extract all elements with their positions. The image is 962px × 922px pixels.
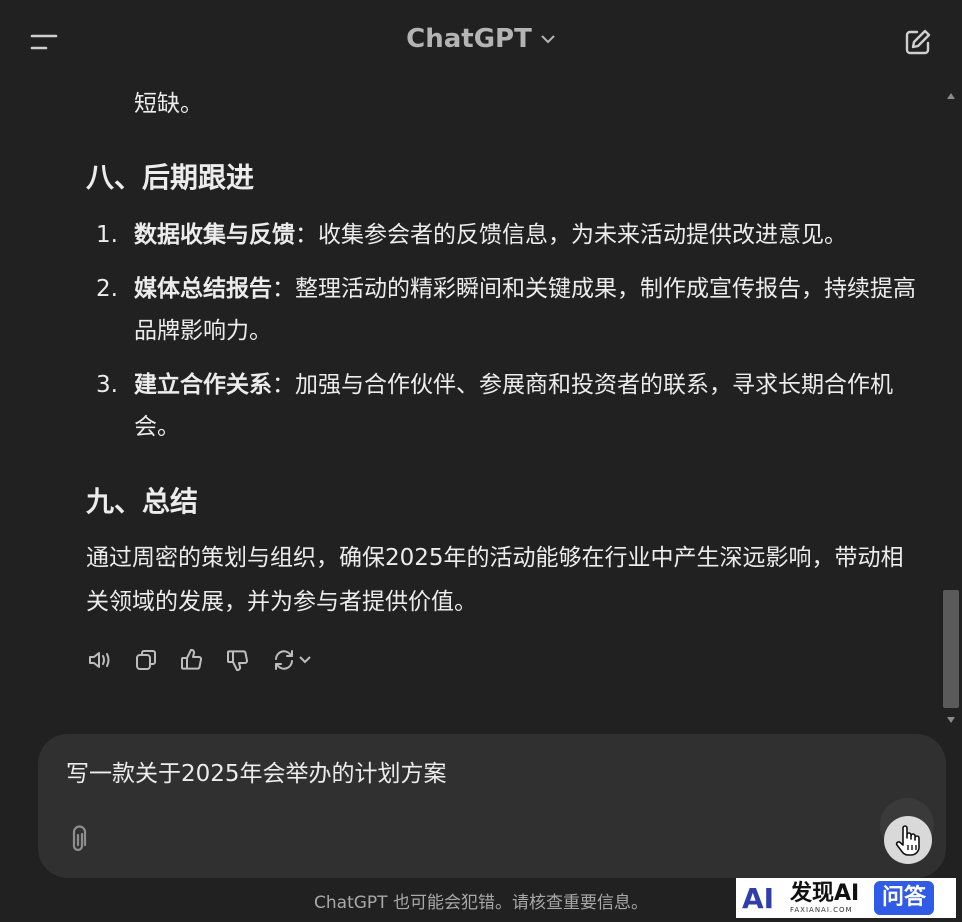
regenerate-button[interactable] [268, 642, 316, 678]
list-item: 1. 数据收集与反馈：收集参会者的反馈信息，为未来活动提供改进意见。 [96, 214, 916, 256]
speaker-icon [89, 652, 110, 668]
watermark-domain: FAXIANAI.COM [790, 905, 853, 914]
triangle-down-icon [947, 717, 955, 723]
watermark: AI 发现AI FAXIANAI.COM 问答 [736, 878, 956, 918]
read-aloud-button[interactable] [84, 642, 116, 678]
watermark-badge: 问答 [874, 881, 935, 915]
attach-button[interactable] [60, 820, 96, 860]
list-item: 3. 建立合作关系：加强与合作伙伴、参展商和投资者的联系，寻求长期合作机会。 [96, 364, 916, 448]
list-number: 1. [96, 222, 118, 248]
prompt-input[interactable]: 写一款关于2025年会举办的计划方案 [66, 756, 846, 792]
section-heading: 九、总结 [86, 485, 199, 518]
app-title: ChatGPT [406, 24, 532, 54]
model-selector-button[interactable]: ChatGPT [406, 24, 556, 54]
paperclip-icon [72, 825, 87, 852]
list-item: 2. 媒体总结报告：整理活动的精彩瞬间和关键成果，制作成宣传报告，持续提高品牌影… [96, 268, 916, 352]
good-response-button[interactable] [176, 642, 208, 678]
scrollbar-thumb[interactable] [943, 590, 959, 708]
continuation-text: 短缺。 [134, 91, 203, 117]
new-chat-button[interactable] [896, 22, 940, 62]
list-item-title: 数据收集与反馈 [134, 222, 295, 248]
conversation-area: 短缺。 八、后期跟进 1. 数据收集与反馈：收集参会者的反馈信息，为未来活动提供… [0, 84, 940, 724]
section-heading: 八、后期跟进 [86, 161, 255, 194]
watermark-title: 发现AI [790, 880, 860, 906]
copy-button[interactable] [130, 642, 162, 678]
hand-cursor-icon [895, 825, 920, 856]
send-button-hover[interactable] [884, 816, 932, 864]
composer: 写一款关于2025年会举办的计划方案 [38, 734, 946, 878]
scroll-up-arrow[interactable] [940, 88, 962, 104]
scrollbar[interactable] [940, 84, 962, 728]
list-item-title: 媒体总结报告 [134, 276, 272, 302]
bad-response-button[interactable] [222, 642, 254, 678]
message-actions [84, 642, 316, 678]
edit-icon [905, 29, 931, 55]
chevron-down-icon [299, 656, 311, 664]
list-item-text: ：收集参会者的反馈信息，为未来活动提供改进意见。 [295, 222, 847, 248]
list-item-title: 建立合作关系 [134, 372, 272, 398]
watermark-logo: AI [742, 881, 775, 915]
thumbs-down-icon [227, 650, 249, 672]
triangle-up-icon [947, 93, 955, 99]
thumbs-up-icon [181, 648, 203, 670]
follow-up-list: 1. 数据收集与反馈：收集参会者的反馈信息，为未来活动提供改进意见。 2. 媒体… [96, 214, 916, 448]
copy-icon [136, 650, 156, 670]
header: ChatGPT [0, 0, 962, 84]
chevron-down-icon [541, 35, 555, 44]
regenerate-icon [275, 650, 293, 670]
summary-paragraph: 通过周密的策划与组织，确保2025年的活动能够在行业中产生深远影响，带动相关领域… [86, 545, 904, 615]
scroll-down-arrow[interactable] [940, 712, 962, 728]
list-number: 2. [96, 276, 118, 302]
list-number: 3. [96, 372, 118, 398]
